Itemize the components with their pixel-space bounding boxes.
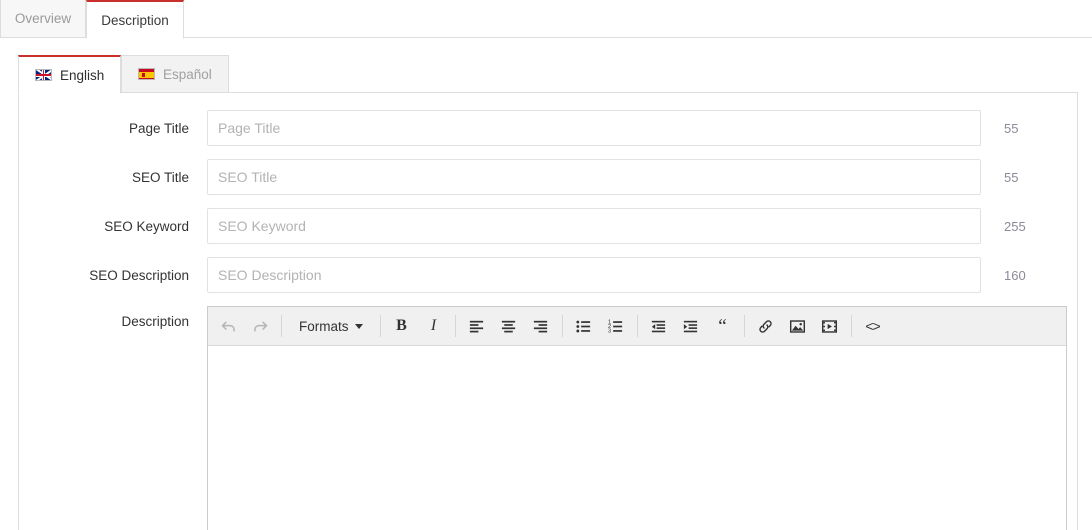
form-row-seo-keyword: SEO Keyword 255: [19, 208, 1079, 244]
toolbar-group-history: [212, 311, 276, 341]
page-title-char-counter: 55: [1004, 120, 1019, 136]
description-form-panel: Page Title 55 SEO Title 55 SEO Keyword 2…: [18, 92, 1078, 530]
numbered-list-icon[interactable]: 123: [600, 311, 632, 341]
page-root: Overview Description English Español Pag…: [0, 0, 1092, 530]
toolbar-group-style: B I: [386, 311, 450, 341]
media-icon[interactable]: [814, 311, 846, 341]
link-icon[interactable]: [750, 311, 782, 341]
svg-text:3: 3: [608, 328, 611, 334]
seo-description-input[interactable]: [207, 257, 981, 293]
editor-toolbar: Formats B I 1 2 3 “ <>: [208, 307, 1066, 346]
undo-icon[interactable]: [212, 311, 244, 341]
language-tab-espanol[interactable]: Español: [121, 55, 229, 93]
seo-title-char-counter: 55: [1004, 169, 1019, 185]
language-tab-english-label: English: [60, 67, 105, 83]
label-seo-keyword: SEO Keyword: [104, 218, 189, 234]
language-tab-english[interactable]: English: [18, 55, 122, 94]
outdent-icon[interactable]: [643, 311, 675, 341]
blockquote-icon[interactable]: “: [707, 311, 739, 341]
toolbar-group-lists: 123: [568, 311, 632, 341]
chevron-down-icon: [354, 323, 363, 329]
form-row-description: Description Formats B I 1 2 3 “ <>: [19, 306, 1079, 530]
label-description: Description: [121, 313, 189, 329]
toolbar-separator: [850, 315, 852, 337]
toolbar-separator: [379, 315, 381, 337]
top-tab-bar: Overview Description: [0, 0, 1092, 39]
seo-title-input[interactable]: [207, 159, 981, 195]
toolbar-group-insert: [750, 311, 846, 341]
flag-uk-icon: [35, 69, 52, 81]
toolbar-separator: [281, 315, 282, 337]
formats-dropdown-label: Formats: [299, 318, 349, 334]
align-right-icon[interactable]: [525, 311, 557, 341]
bullet-list-icon[interactable]: [568, 311, 600, 341]
toolbar-group-indent: “: [643, 311, 739, 341]
tab-overview[interactable]: Overview: [0, 0, 86, 38]
indent-icon[interactable]: [675, 311, 707, 341]
rich-text-editor: Formats B I 1 2 3 “ <>: [207, 306, 1067, 530]
image-icon[interactable]: [782, 311, 814, 341]
form-row-page-title: Page Title 55: [19, 110, 1079, 146]
toolbar-separator: [743, 315, 745, 337]
toolbar-separator: [454, 315, 456, 337]
seo-keyword-input[interactable]: [207, 208, 981, 244]
form-row-seo-title: SEO Title 55: [19, 159, 1079, 195]
language-tab-espanol-label: Español: [163, 66, 212, 82]
page-title-input[interactable]: [207, 110, 981, 146]
seo-keyword-char-counter: 255: [1004, 218, 1026, 234]
seo-description-char-counter: 160: [1004, 267, 1026, 283]
source-code-icon[interactable]: <>: [857, 311, 889, 341]
bold-icon[interactable]: B: [386, 311, 418, 341]
label-page-title: Page Title: [128, 120, 189, 136]
italic-icon[interactable]: I: [418, 311, 450, 341]
toolbar-group-align: [461, 311, 557, 341]
editor-content-area[interactable]: [208, 346, 1066, 530]
redo-icon[interactable]: [244, 311, 276, 341]
tab-overview-label: Overview: [14, 11, 72, 26]
label-seo-title: SEO Title: [131, 169, 189, 185]
toolbar-separator: [561, 315, 563, 337]
flag-es-icon: [138, 68, 155, 80]
form-row-seo-description: SEO Description 160: [19, 257, 1079, 293]
tab-description-label: Description: [101, 12, 169, 28]
align-center-icon[interactable]: [493, 311, 525, 341]
label-seo-description: SEO Description: [89, 267, 189, 283]
formats-dropdown[interactable]: Formats: [287, 311, 375, 341]
toolbar-separator: [636, 315, 638, 337]
align-left-icon[interactable]: [461, 311, 493, 341]
tab-description[interactable]: Description: [86, 0, 184, 39]
